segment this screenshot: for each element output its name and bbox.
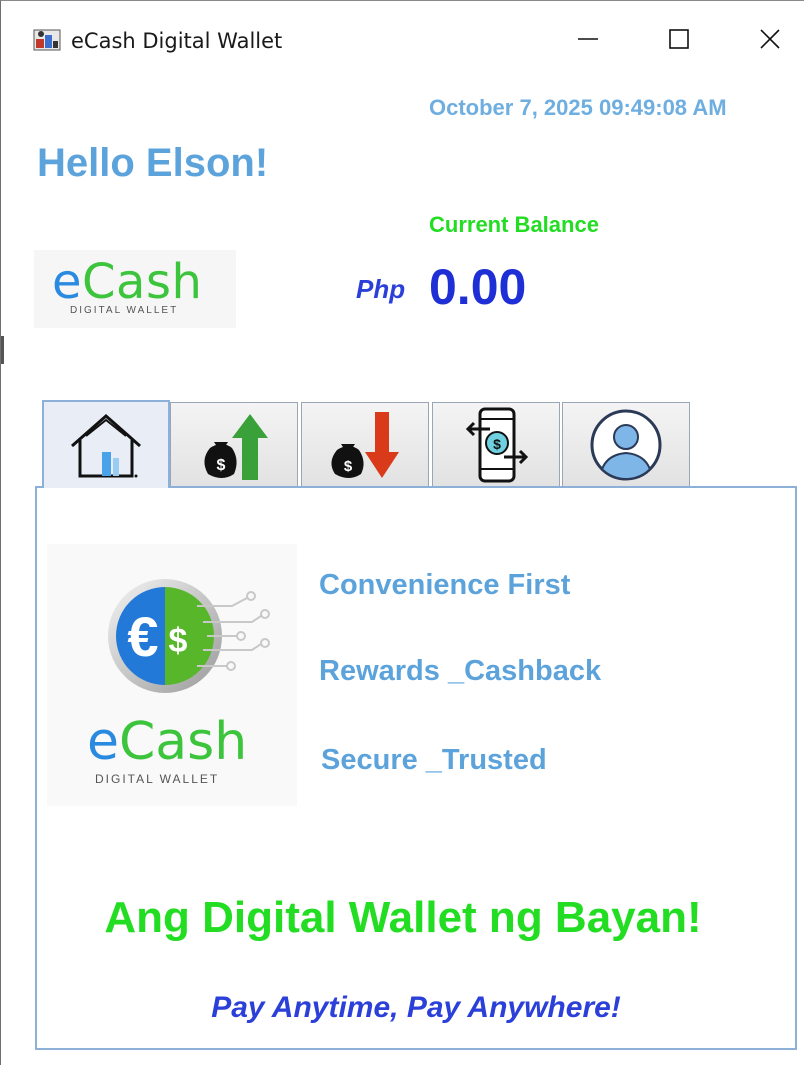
transfer-icon: $ — [465, 407, 529, 482]
tab-cash-in[interactable]: $ — [170, 402, 298, 486]
ecash-logo-small: eCash DIGITAL WALLET — [34, 250, 236, 328]
home-icon — [71, 413, 141, 478]
tab-transfer[interactable]: $ — [432, 402, 560, 486]
cash-out-icon: $ — [331, 411, 399, 478]
logo-large-subtitle: DIGITAL WALLET — [95, 772, 220, 786]
window-title: eCash Digital Wallet — [71, 29, 283, 53]
svg-text:$: $ — [217, 457, 226, 474]
currency-label: Php — [356, 274, 406, 304]
profile-icon — [590, 409, 662, 480]
close-icon — [760, 29, 780, 49]
minimize-icon — [578, 38, 598, 40]
tagline-text: Ang Digital Wallet ng Bayan! — [104, 893, 702, 942]
resize-grip[interactable] — [1, 336, 4, 364]
svg-text:$: $ — [344, 458, 353, 475]
svg-text:$: $ — [493, 436, 501, 452]
feature-rewards: Rewards _Cashback — [319, 655, 602, 687]
maximize-icon — [669, 29, 689, 49]
tab-cash-out[interactable]: $ — [301, 402, 429, 486]
maximize-button[interactable] — [657, 19, 701, 59]
logo-subtitle: DIGITAL WALLET — [70, 305, 179, 316]
title-bar[interactable]: eCash Digital Wallet — [1, 1, 804, 79]
greeting-text: Hello Elson! — [37, 141, 269, 185]
feature-convenience: Convenience First — [319, 569, 571, 601]
date-time-display: October 7, 2025 09:49:08 AM — [429, 95, 727, 120]
logo-wordmark: eCash — [52, 254, 203, 310]
svg-text:€: € — [127, 605, 158, 668]
feature-secure: Secure _Trusted — [321, 744, 547, 776]
ecash-logo-large: € $ eCash DIGITAL WALLET — [47, 544, 297, 806]
balance-label: Current Balance — [429, 212, 599, 237]
ecash-emblem-icon: € $ — [108, 579, 270, 693]
minimize-button[interactable] — [566, 19, 610, 59]
tab-profile[interactable] — [562, 402, 690, 486]
motto-text: Pay Anytime, Pay Anywhere! — [211, 991, 621, 1024]
balance-amount: 0.00 — [429, 259, 527, 315]
logo-large-wordmark: eCash — [87, 712, 248, 772]
cash-in-icon: $ — [204, 413, 268, 480]
tab-home[interactable] — [42, 400, 170, 488]
close-button[interactable] — [748, 19, 792, 59]
svg-text:$: $ — [169, 622, 188, 660]
java-app-icon — [33, 29, 61, 51]
app-window: eCash Digital Wallet October 7, 2025 09:… — [0, 0, 804, 1065]
